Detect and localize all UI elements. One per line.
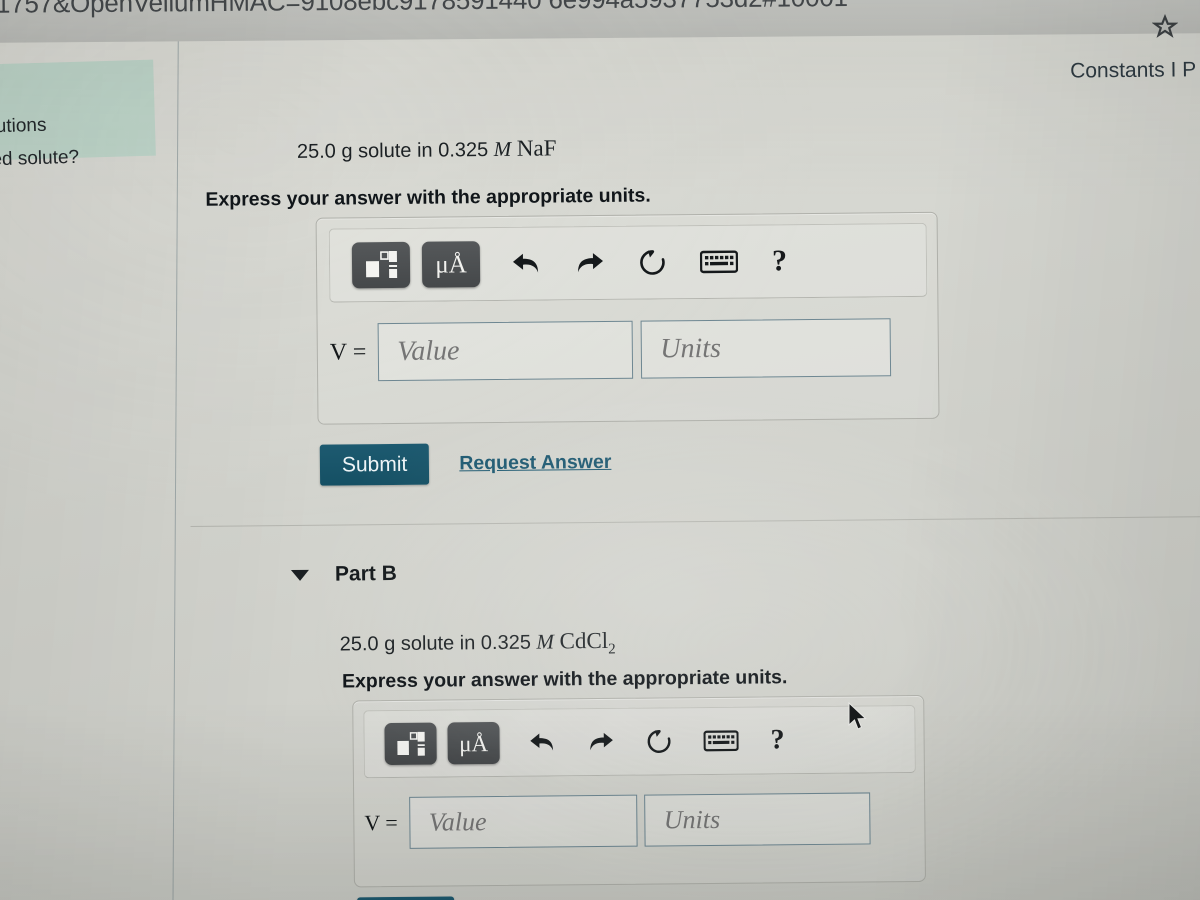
- part-a-actions: Submit Request Answer: [319, 442, 612, 486]
- help-icon-label: ?: [771, 244, 788, 278]
- chevron-down-icon[interactable]: [290, 569, 310, 581]
- math-template-icon[interactable]: [384, 722, 437, 766]
- reset-icon[interactable]: [645, 727, 673, 755]
- part-b-question: 25.0 g solute in 0.325 M CdCl2: [340, 628, 616, 661]
- part-b-toolbar: μÅ ?: [363, 704, 916, 779]
- help-icon-label: ?: [770, 724, 785, 756]
- part-b-formula: CdCl2: [559, 627, 616, 658]
- address-bar-url[interactable]: 1757&OpenVellumHMAC=9108ebc9178591440 6e…: [0, 0, 848, 20]
- part-b-molarity-symbol: M: [536, 629, 555, 654]
- sidebar-item-label-line1: olutions: [0, 114, 47, 138]
- part-divider: [190, 516, 1200, 527]
- redo-icon[interactable]: [574, 250, 606, 276]
- units-button-label: μÅ: [459, 730, 489, 756]
- part-a-toolbar: μÅ ?: [328, 222, 928, 303]
- units-button[interactable]: μÅ: [447, 721, 500, 765]
- help-icon[interactable]: ?: [770, 724, 785, 756]
- constants-link[interactable]: Constants I P: [1070, 58, 1196, 83]
- part-b-answer-box: μÅ ? V = Value Units: [352, 694, 926, 888]
- redo-icon[interactable]: [586, 730, 615, 754]
- part-a-molarity-symbol: M: [493, 136, 512, 162]
- part-b-label: Part B: [334, 561, 397, 586]
- web-page: olutions ved solute? Constants I P 25.0 …: [0, 24, 1200, 900]
- part-a-answer-box: μÅ ? V = Value Units: [315, 211, 940, 425]
- part-a-units-input[interactable]: [641, 318, 892, 379]
- part-b-input-row: V =: [364, 792, 872, 849]
- part-b-variable-label: V =: [364, 809, 398, 836]
- part-b-value-input[interactable]: [409, 794, 639, 849]
- sidebar: olutions ved solute?: [0, 34, 186, 900]
- part-a-request-answer-link[interactable]: Request Answer: [459, 451, 611, 475]
- undo-icon[interactable]: [527, 730, 556, 754]
- part-b-header[interactable]: Part B: [290, 561, 397, 587]
- part-b-submit-button[interactable]: Submit: [357, 896, 455, 900]
- sidebar-item-label-line2: ved solute?: [0, 146, 80, 171]
- part-a-variable-label: V =: [329, 338, 367, 366]
- math-template-icon[interactable]: [351, 241, 411, 289]
- part-b-actions: Submit Request Answer: [357, 895, 621, 900]
- part-a-value-input[interactable]: [378, 320, 634, 382]
- part-a-formula: NaF: [516, 135, 557, 161]
- sidebar-item-active[interactable]: olutions ved solute?: [0, 59, 156, 171]
- units-button-label: μÅ: [435, 250, 467, 279]
- help-icon[interactable]: ?: [771, 244, 788, 278]
- part-a-question-mass: 25.0 g solute in 0.325: [296, 139, 489, 163]
- keyboard-icon[interactable]: [703, 729, 739, 753]
- part-a-question: 25.0 g solute in 0.325 M NaF: [297, 135, 557, 163]
- bookmark-star-icon[interactable]: [1152, 14, 1178, 40]
- part-a-submit-button[interactable]: Submit: [319, 443, 430, 486]
- keyboard-icon[interactable]: [699, 249, 739, 275]
- reset-icon[interactable]: [638, 247, 668, 277]
- main-content: Constants I P 25.0 g solute in 0.325 M N…: [186, 24, 1200, 900]
- sidebar-divider: [172, 34, 179, 900]
- photographed-screen: olutions ved solute? Constants I P 25.0 …: [0, 0, 1200, 900]
- part-b-units-input[interactable]: [644, 792, 872, 847]
- part-a-instruction: Express your answer with the appropriate…: [205, 184, 651, 211]
- part-a-input-row: V =: [329, 318, 892, 382]
- undo-icon[interactable]: [510, 251, 542, 277]
- units-button[interactable]: μÅ: [421, 241, 481, 288]
- part-b-question-mass: 25.0 g solute in 0.325: [339, 631, 532, 656]
- part-b-instruction: Express your answer with the appropriate…: [341, 666, 788, 693]
